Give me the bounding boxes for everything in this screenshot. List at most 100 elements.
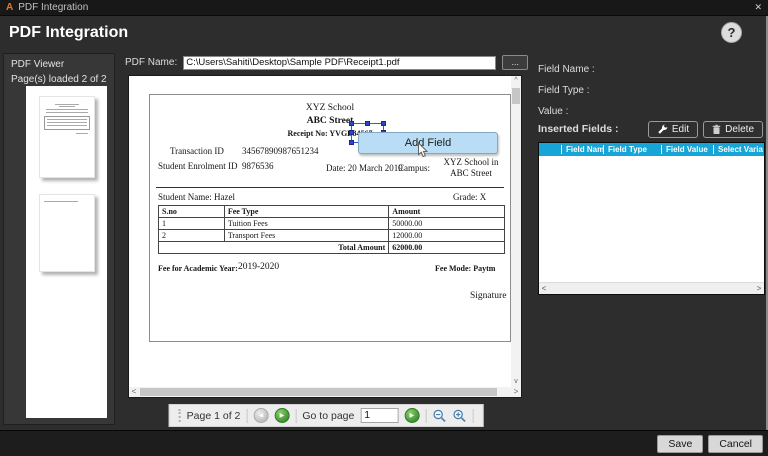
value-label: Value : bbox=[538, 106, 569, 117]
pdf-name-row: PDF Name: ... bbox=[125, 55, 529, 70]
page-title: PDF Integration bbox=[9, 23, 129, 41]
doc-enrolment-value: 9876536 bbox=[242, 161, 274, 171]
save-button[interactable]: Save bbox=[657, 434, 704, 453]
zoom-in-button[interactable] bbox=[452, 409, 466, 423]
doc-student-name: Student Name: Hazel bbox=[158, 192, 235, 202]
column-header-field-value: Field Value bbox=[661, 145, 713, 154]
scroll-left-icon[interactable]: < bbox=[539, 283, 549, 294]
doc-campus-value: XYZ School in ABC Street bbox=[443, 157, 499, 179]
separator bbox=[246, 408, 248, 423]
page-status: Page 1 of 2 bbox=[186, 409, 241, 422]
fee-col-amount: Amount bbox=[388, 205, 505, 218]
scroll-right-icon[interactable]: > bbox=[511, 387, 521, 397]
thumbnail-sketch bbox=[45, 112, 88, 113]
goto-page-input[interactable] bbox=[360, 408, 399, 423]
help-button[interactable]: ? bbox=[721, 22, 742, 43]
doc-transaction-id-value: 34567890987651234 bbox=[242, 146, 319, 156]
fee-table-total-row: Total Amount 62000.00 bbox=[157, 241, 505, 254]
toolbar-grip bbox=[178, 409, 181, 422]
doc-date: Date: 20 March 2019 bbox=[326, 163, 403, 173]
pdf-integration-window: A PDF Integration ✕ PDF Integration ? PD… bbox=[0, 0, 768, 456]
fee-cell: Tuition Fees bbox=[223, 217, 390, 230]
doc-fee-mode: Fee Mode: Paytm bbox=[435, 264, 496, 273]
doc-signature: Signature bbox=[470, 291, 507, 301]
doc-divider bbox=[156, 187, 504, 188]
delete-button-label: Delete bbox=[725, 123, 754, 135]
pdf-name-input[interactable] bbox=[183, 55, 497, 70]
scroll-left-icon[interactable]: < bbox=[129, 387, 139, 397]
fee-table-header-row: S.no Fee Type Amount bbox=[158, 205, 505, 218]
fee-table: S.no Fee Type Amount 1 Tuition Fees 5000… bbox=[157, 205, 505, 254]
scroll-up-icon[interactable]: ^ bbox=[511, 76, 521, 86]
add-field-button[interactable]: Add Field bbox=[358, 132, 498, 158]
thumbnail-sketch bbox=[43, 116, 90, 130]
thumbnail-sketch bbox=[45, 109, 88, 110]
table-horizontal-scrollbar[interactable]: < > bbox=[539, 282, 764, 294]
previous-page-button[interactable]: ◀ bbox=[253, 408, 269, 423]
scroll-down-icon[interactable]: v bbox=[511, 377, 521, 387]
separator bbox=[295, 408, 297, 423]
horizontal-scrollbar[interactable]: < > bbox=[129, 387, 521, 397]
next-page-button[interactable]: ▶ bbox=[274, 408, 290, 423]
page-thumbnail-1[interactable] bbox=[38, 96, 95, 178]
inserted-fields-table: Field Name Field Type Field Value Select… bbox=[538, 142, 765, 295]
wrench-icon bbox=[658, 124, 668, 134]
fee-cell: Transport Fees bbox=[223, 229, 390, 242]
selection-handle[interactable] bbox=[364, 121, 370, 126]
page-thumbnail-2[interactable] bbox=[38, 194, 95, 272]
inserted-fields-header: Inserted Fields : Edit Delete bbox=[538, 120, 763, 138]
fee-cell: 1 bbox=[158, 217, 225, 230]
zoom-out-button[interactable] bbox=[432, 409, 446, 423]
thumbnail-sketch bbox=[43, 201, 78, 202]
goto-page-button[interactable]: ▶ bbox=[404, 408, 420, 423]
field-name-label: Field Name : bbox=[538, 64, 595, 75]
selection-handle[interactable] bbox=[349, 140, 354, 145]
separator bbox=[425, 408, 427, 423]
vertical-scrollbar[interactable]: ^ v bbox=[511, 76, 521, 387]
zoom-in-icon bbox=[453, 409, 466, 422]
close-icon[interactable]: ✕ bbox=[754, 2, 762, 13]
column-header bbox=[539, 145, 561, 154]
column-header-field-type: Field Type bbox=[603, 145, 661, 154]
edit-button-label: Edit bbox=[671, 123, 690, 135]
pages-loaded-status: Page(s) loaded 2 of 2 bbox=[11, 74, 107, 85]
browse-button[interactable]: ... bbox=[502, 55, 529, 70]
separator bbox=[472, 408, 474, 423]
edit-button[interactable]: Edit bbox=[647, 120, 699, 138]
zoom-out-icon bbox=[433, 409, 446, 422]
pdf-canvas: XYZ School ABC Street Receipt No: YVGB34… bbox=[128, 75, 522, 398]
fee-cell: 50000.00 bbox=[388, 217, 505, 230]
doc-academic-year-value: 2019-2020 bbox=[238, 262, 280, 272]
fee-col-type: Fee Type bbox=[223, 205, 390, 218]
table-scrollbar-thumb[interactable] bbox=[550, 295, 710, 296]
cancel-button[interactable]: Cancel bbox=[708, 434, 763, 453]
thumbnail-panel bbox=[26, 86, 107, 418]
header: PDF Integration ? bbox=[0, 16, 768, 49]
doc-enrolment-label: Student Enrolment ID bbox=[158, 161, 238, 171]
delete-button[interactable]: Delete bbox=[703, 120, 763, 138]
viewer-panel: PDF Name: ... XYZ School ABC Street Rece… bbox=[120, 48, 532, 430]
thumbnail-sketch bbox=[54, 104, 79, 105]
thumbnail-sketch bbox=[46, 125, 87, 126]
selection-handle[interactable] bbox=[349, 130, 354, 135]
thumbnail-sketch bbox=[46, 122, 87, 123]
sidebar-title: PDF Viewer bbox=[11, 59, 65, 70]
fields-panel: Field Name : Field Type : Value : Insert… bbox=[535, 48, 766, 430]
fee-cell: 12000.00 bbox=[388, 229, 505, 242]
doc-street: ABC Street bbox=[306, 116, 354, 126]
column-header-select-variable: Select Varia bbox=[713, 145, 764, 154]
thumbnail-sketch bbox=[75, 133, 88, 134]
titlebar: A PDF Integration ✕ bbox=[0, 0, 768, 16]
inserted-fields-table-body[interactable] bbox=[539, 156, 764, 282]
fee-total-value: 62000.00 bbox=[388, 241, 505, 254]
horizontal-scrollbar-thumb[interactable] bbox=[140, 388, 497, 396]
goto-page-label: Go to page bbox=[302, 409, 355, 422]
scroll-right-icon[interactable]: > bbox=[754, 283, 764, 294]
selection-handle[interactable] bbox=[349, 121, 354, 126]
fee-table-row: 1 Tuition Fees 50000.00 bbox=[158, 217, 505, 230]
trash-icon bbox=[712, 124, 721, 134]
fee-total-label: Total Amount bbox=[157, 241, 390, 254]
selection-handle[interactable] bbox=[381, 121, 386, 126]
fee-cell: 2 bbox=[158, 229, 225, 242]
vertical-scrollbar-thumb[interactable] bbox=[512, 88, 520, 104]
